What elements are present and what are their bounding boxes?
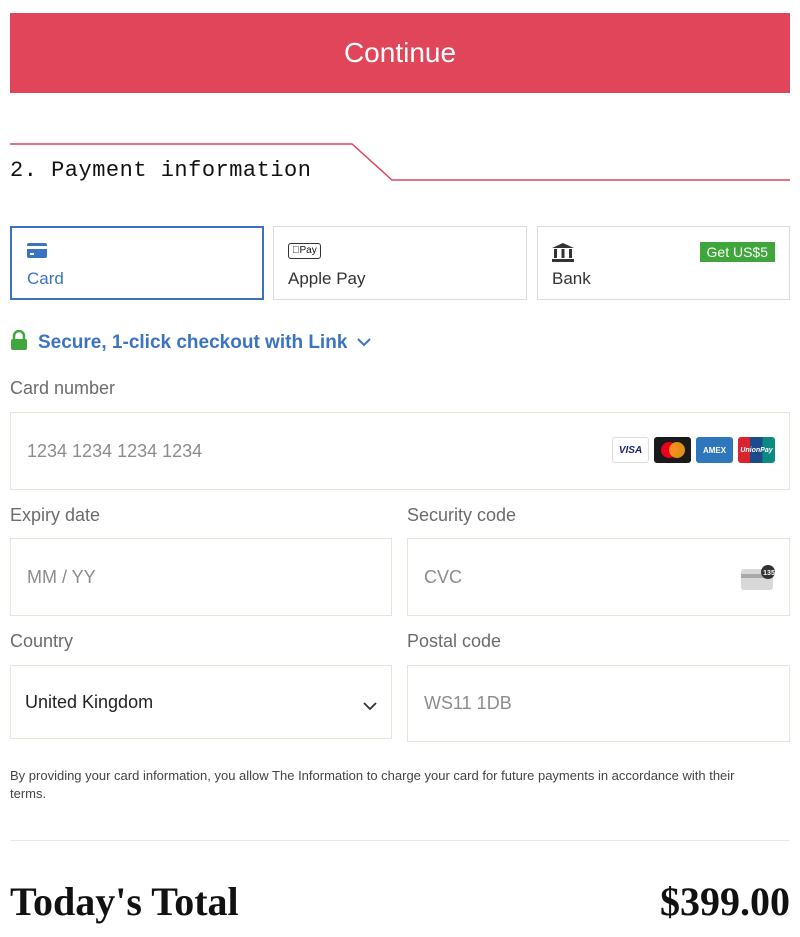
tab-bank-label: Bank <box>552 269 591 288</box>
cvc-card-icon: 135 <box>741 565 775 590</box>
card-number-field[interactable]: VISA AMEX UnionPay <box>10 412 790 490</box>
terms-text: By providing your card information, you … <box>10 768 735 801</box>
security-code-label: Security code <box>407 505 517 525</box>
tab-card[interactable]: Card <box>10 226 264 300</box>
unionpay-icon: UnionPay <box>738 437 775 463</box>
total-label: Today's Total <box>10 879 239 924</box>
lock-icon <box>10 329 28 355</box>
cvc-icon-label: 135 <box>763 570 775 577</box>
expiry-label: Expiry date <box>10 505 101 525</box>
total-value: $399.00 <box>660 879 790 924</box>
postal-code-field[interactable] <box>407 665 790 742</box>
credit-card-icon <box>27 243 47 263</box>
apple-pay-icon: Pay <box>288 243 321 259</box>
card-number-input[interactable] <box>25 413 574 489</box>
amex-icon: AMEX <box>696 437 733 463</box>
chevron-down-icon <box>363 698 377 716</box>
country-select[interactable]: United Kingdom <box>10 665 392 739</box>
country-value: United Kingdom <box>25 691 154 712</box>
postal-code-label: Postal code <box>407 631 502 651</box>
link-checkout-text: Secure, 1-click checkout with Link <box>38 331 348 353</box>
promo-badge: Get US$5 <box>699 242 775 262</box>
tab-apple-pay[interactable]: Pay Apple Pay <box>273 226 527 300</box>
chevron-down-icon <box>357 334 372 352</box>
country-label: Country <box>10 631 74 651</box>
security-code-field[interactable]: 135 <box>407 538 790 616</box>
mastercard-icon <box>654 437 691 463</box>
tab-apple-pay-label: Apple Pay <box>288 269 366 288</box>
continue-button[interactable]: Continue <box>10 13 790 93</box>
expiry-input[interactable] <box>25 539 295 615</box>
card-brands: VISA AMEX UnionPay <box>612 437 775 463</box>
visa-icon: VISA <box>612 437 649 463</box>
link-checkout-toggle[interactable]: Secure, 1-click checkout with Link <box>10 329 372 355</box>
expiry-field[interactable] <box>10 538 392 616</box>
section-title: 2. Payment information <box>10 158 312 183</box>
tab-card-label: Card <box>27 269 64 288</box>
cvc-input[interactable] <box>422 539 693 615</box>
divider <box>10 840 790 841</box>
bank-icon <box>552 243 574 268</box>
postal-code-input[interactable] <box>422 666 693 741</box>
tab-bank[interactable]: Bank Get US$5 <box>537 226 790 300</box>
card-number-label: Card number <box>10 378 116 398</box>
